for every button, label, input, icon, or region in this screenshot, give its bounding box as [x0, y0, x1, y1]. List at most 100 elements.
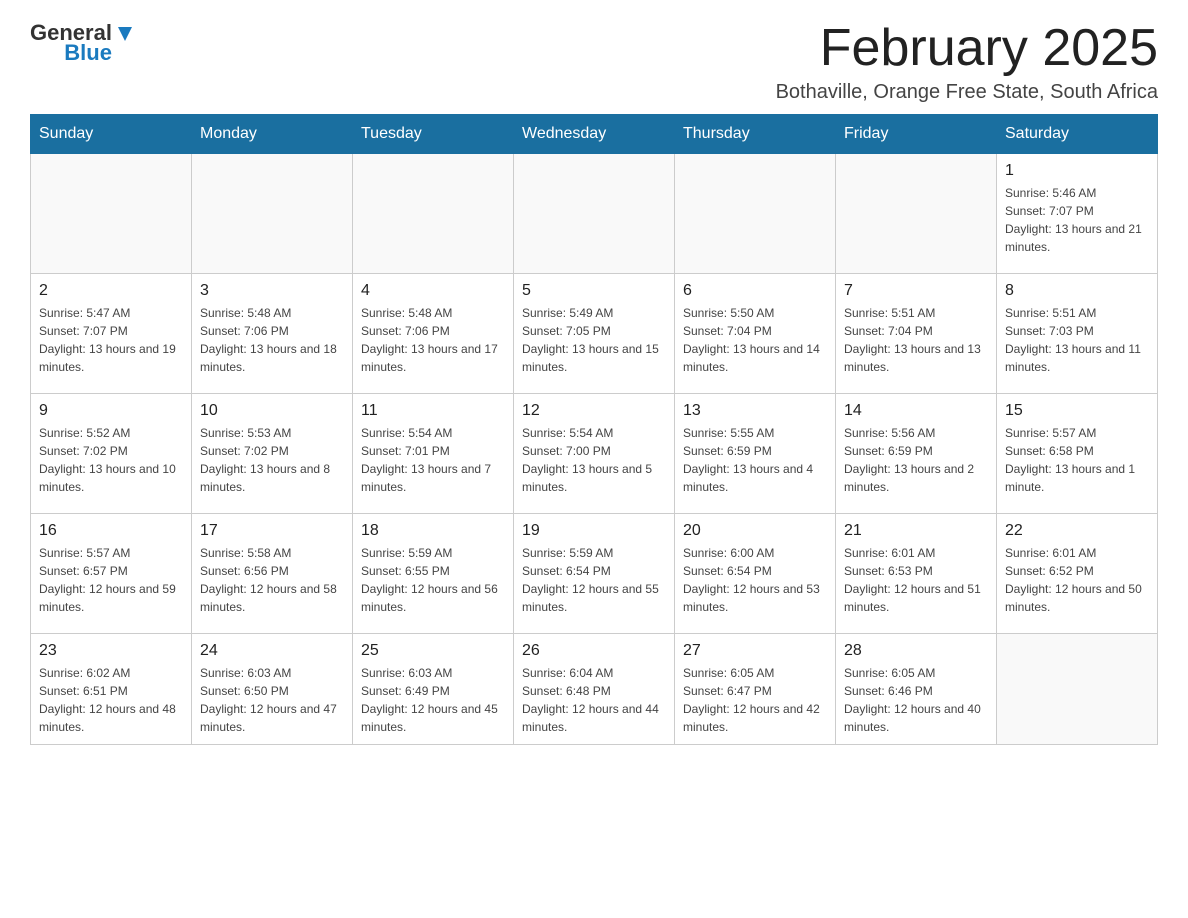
- day-info: Sunrise: 5:54 AMSunset: 7:00 PMDaylight:…: [522, 424, 666, 496]
- calendar-header: Sunday Monday Tuesday Wednesday Thursday…: [31, 115, 1158, 154]
- logo: General Blue: [30, 20, 136, 66]
- day-info: Sunrise: 5:59 AMSunset: 6:55 PMDaylight:…: [361, 544, 505, 616]
- day-number: 19: [522, 522, 666, 540]
- calendar-cell: 11Sunrise: 5:54 AMSunset: 7:01 PMDayligh…: [353, 394, 514, 514]
- day-info: Sunrise: 5:52 AMSunset: 7:02 PMDaylight:…: [39, 424, 183, 496]
- header-thursday: Thursday: [675, 115, 836, 154]
- day-number: 15: [1005, 402, 1149, 420]
- day-number: 18: [361, 522, 505, 540]
- calendar-cell: 8 Sunrise: 5:51 AMSunset: 7:03 PMDaylight…: [997, 274, 1158, 394]
- header-sunday: Sunday: [31, 115, 192, 154]
- calendar-cell: 23 Sunrise: 6:02 AMSunset: 6:51 PMDayligh…: [31, 634, 192, 745]
- day-info: Sunrise: 5:48 AMSunset: 7:06 PMDaylight:…: [361, 304, 505, 376]
- calendar-cell: 3 Sunrise: 5:48 AMSunset: 7:06 PMDaylight…: [192, 274, 353, 394]
- calendar-cell: 15 Sunrise: 5:57 AMSunset: 6:58 PMDayligh…: [997, 394, 1158, 514]
- day-info: Sunrise: 5:51 AMSunset: 7:03 PMDaylight:…: [1005, 304, 1149, 376]
- calendar-cell: 5Sunrise: 5:49 AMSunset: 7:05 PMDaylight…: [514, 274, 675, 394]
- day-number: 2: [39, 282, 183, 300]
- calendar-week-3: 16 Sunrise: 5:57 AMSunset: 6:57 PMDayligh…: [31, 514, 1158, 634]
- day-info: Sunrise: 6:03 AMSunset: 6:50 PMDaylight:…: [200, 664, 344, 736]
- day-number: 13: [683, 402, 827, 420]
- header-tuesday: Tuesday: [353, 115, 514, 154]
- day-number: 28: [844, 642, 988, 660]
- calendar-cell: [192, 154, 353, 274]
- calendar-cell: 13 Sunrise: 5:55 AMSunset: 6:59 PMDayligh…: [675, 394, 836, 514]
- day-number: 21: [844, 522, 988, 540]
- calendar-cell: [997, 634, 1158, 745]
- day-info: Sunrise: 6:01 AMSunset: 6:53 PMDaylight:…: [844, 544, 988, 616]
- day-info: Sunrise: 5:50 AMSunset: 7:04 PMDaylight:…: [683, 304, 827, 376]
- calendar-cell: 18 Sunrise: 5:59 AMSunset: 6:55 PMDayligh…: [353, 514, 514, 634]
- day-number: 16: [39, 522, 183, 540]
- calendar-cell: 12 Sunrise: 5:54 AMSunset: 7:00 PMDayligh…: [514, 394, 675, 514]
- day-number: 27: [683, 642, 827, 660]
- calendar-cell: 28 Sunrise: 6:05 AMSunset: 6:46 PMDayligh…: [836, 634, 997, 745]
- calendar-cell: 7 Sunrise: 5:51 AMSunset: 7:04 PMDaylight…: [836, 274, 997, 394]
- day-number: 4: [361, 282, 505, 300]
- logo-blue: Blue: [64, 40, 112, 66]
- calendar-cell: 19 Sunrise: 5:59 AMSunset: 6:54 PMDayligh…: [514, 514, 675, 634]
- header-row: Sunday Monday Tuesday Wednesday Thursday…: [31, 115, 1158, 154]
- calendar-cell: [514, 154, 675, 274]
- header-saturday: Saturday: [997, 115, 1158, 154]
- calendar-cell: 10Sunrise: 5:53 AMSunset: 7:02 PMDayligh…: [192, 394, 353, 514]
- day-info: Sunrise: 6:05 AMSunset: 6:46 PMDaylight:…: [844, 664, 988, 736]
- calendar-cell: [353, 154, 514, 274]
- calendar-cell: 25 Sunrise: 6:03 AMSunset: 6:49 PMDayligh…: [353, 634, 514, 745]
- day-number: 22: [1005, 522, 1149, 540]
- calendar-cell: [836, 154, 997, 274]
- day-info: Sunrise: 5:57 AMSunset: 6:57 PMDaylight:…: [39, 544, 183, 616]
- location-title: Bothaville, Orange Free State, South Afr…: [776, 81, 1158, 104]
- day-info: Sunrise: 5:58 AMSunset: 6:56 PMDaylight:…: [200, 544, 344, 616]
- calendar-cell: 14 Sunrise: 5:56 AMSunset: 6:59 PMDayligh…: [836, 394, 997, 514]
- day-info: Sunrise: 6:01 AMSunset: 6:52 PMDaylight:…: [1005, 544, 1149, 616]
- title-section: February 2025 Bothaville, Orange Free St…: [776, 20, 1158, 104]
- header-wednesday: Wednesday: [514, 115, 675, 154]
- day-info: Sunrise: 5:51 AMSunset: 7:04 PMDaylight:…: [844, 304, 988, 376]
- day-number: 12: [522, 402, 666, 420]
- calendar-cell: [31, 154, 192, 274]
- month-title: February 2025: [776, 20, 1158, 77]
- day-number: 10: [200, 402, 344, 420]
- day-info: Sunrise: 6:05 AMSunset: 6:47 PMDaylight:…: [683, 664, 827, 736]
- calendar-week-4: 23 Sunrise: 6:02 AMSunset: 6:51 PMDayligh…: [31, 634, 1158, 745]
- day-info: Sunrise: 6:02 AMSunset: 6:51 PMDaylight:…: [39, 664, 183, 736]
- day-info: Sunrise: 5:55 AMSunset: 6:59 PMDaylight:…: [683, 424, 827, 496]
- calendar-cell: 20 Sunrise: 6:00 AMSunset: 6:54 PMDayligh…: [675, 514, 836, 634]
- day-number: 1: [1005, 162, 1149, 180]
- calendar-cell: 17Sunrise: 5:58 AMSunset: 6:56 PMDayligh…: [192, 514, 353, 634]
- calendar-cell: 27 Sunrise: 6:05 AMSunset: 6:47 PMDayligh…: [675, 634, 836, 745]
- day-number: 24: [200, 642, 344, 660]
- day-info: Sunrise: 5:56 AMSunset: 6:59 PMDaylight:…: [844, 424, 988, 496]
- day-info: Sunrise: 5:49 AMSunset: 7:05 PMDaylight:…: [522, 304, 666, 376]
- day-number: 20: [683, 522, 827, 540]
- day-info: Sunrise: 5:57 AMSunset: 6:58 PMDaylight:…: [1005, 424, 1149, 496]
- calendar-cell: 26Sunrise: 6:04 AMSunset: 6:48 PMDayligh…: [514, 634, 675, 745]
- day-info: Sunrise: 6:03 AMSunset: 6:49 PMDaylight:…: [361, 664, 505, 736]
- calendar-cell: 1 Sunrise: 5:46 AMSunset: 7:07 PMDaylight…: [997, 154, 1158, 274]
- calendar-cell: 4 Sunrise: 5:48 AMSunset: 7:06 PMDaylight…: [353, 274, 514, 394]
- calendar-body: 1 Sunrise: 5:46 AMSunset: 7:07 PMDaylight…: [31, 154, 1158, 745]
- day-number: 23: [39, 642, 183, 660]
- day-number: 25: [361, 642, 505, 660]
- calendar-cell: 24 Sunrise: 6:03 AMSunset: 6:50 PMDayligh…: [192, 634, 353, 745]
- logo-triangle-icon: [114, 23, 136, 45]
- day-info: Sunrise: 5:47 AMSunset: 7:07 PMDaylight:…: [39, 304, 183, 376]
- day-info: Sunrise: 5:48 AMSunset: 7:06 PMDaylight:…: [200, 304, 344, 376]
- calendar-cell: 16 Sunrise: 5:57 AMSunset: 6:57 PMDayligh…: [31, 514, 192, 634]
- day-number: 14: [844, 402, 988, 420]
- page-header: General Blue February 2025 Bothaville, O…: [30, 20, 1158, 104]
- day-info: Sunrise: 6:00 AMSunset: 6:54 PMDaylight:…: [683, 544, 827, 616]
- day-info: Sunrise: 5:59 AMSunset: 6:54 PMDaylight:…: [522, 544, 666, 616]
- calendar-week-0: 1 Sunrise: 5:46 AMSunset: 7:07 PMDaylight…: [31, 154, 1158, 274]
- day-number: 3: [200, 282, 344, 300]
- day-number: 7: [844, 282, 988, 300]
- day-number: 6: [683, 282, 827, 300]
- day-number: 9: [39, 402, 183, 420]
- calendar-cell: 6 Sunrise: 5:50 AMSunset: 7:04 PMDaylight…: [675, 274, 836, 394]
- header-monday: Monday: [192, 115, 353, 154]
- day-number: 11: [361, 402, 505, 420]
- day-info: Sunrise: 5:46 AMSunset: 7:07 PMDaylight:…: [1005, 184, 1149, 256]
- calendar-week-2: 9 Sunrise: 5:52 AMSunset: 7:02 PMDaylight…: [31, 394, 1158, 514]
- day-number: 8: [1005, 282, 1149, 300]
